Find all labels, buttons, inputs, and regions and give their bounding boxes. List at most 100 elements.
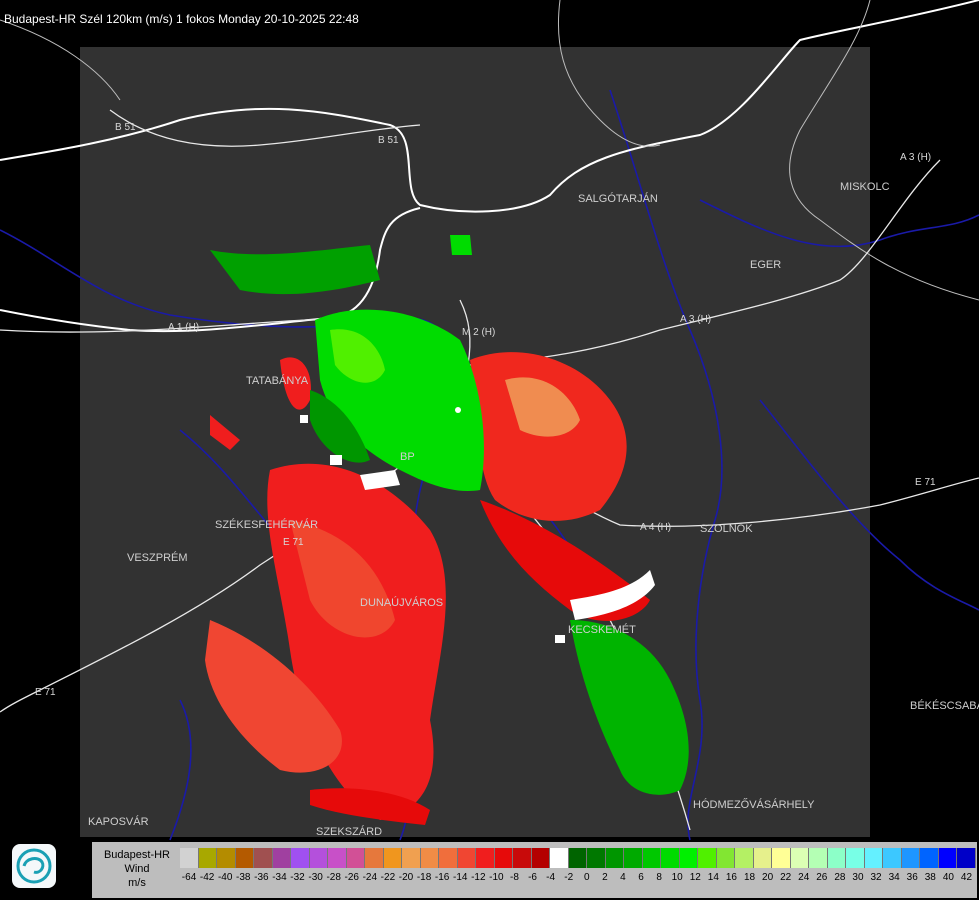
city-label: EGER: [750, 259, 781, 271]
legend-tick-label: -34: [272, 872, 287, 883]
city-label: SZEKSZÁRD: [316, 825, 382, 838]
legend-color-cell: [698, 848, 717, 868]
legend-tick-label: 8: [656, 872, 662, 883]
legend-tick-label: 14: [707, 872, 719, 883]
swirl-logo-icon: [12, 844, 56, 888]
legend-tick-label: 40: [942, 872, 954, 883]
legend-color-cell: [753, 848, 772, 868]
legend-tick-label: 0: [584, 872, 590, 883]
legend-color-cell: [457, 848, 476, 868]
legend-tick-label: -42: [199, 872, 215, 883]
legend-color-cell: [365, 848, 384, 868]
legend-tick-label: -2: [564, 872, 574, 883]
legend-color-cell: [679, 848, 698, 868]
legend-color-cell: [309, 848, 328, 868]
legend-color-cell: [809, 848, 828, 868]
legend-label-line: Budapest-HR: [103, 849, 171, 861]
legend-color-cell: [624, 848, 643, 868]
legend-tick-label: 12: [689, 872, 701, 883]
page-title: Budapest-HR Szél 120km (m/s) 1 fokos Mon…: [4, 12, 359, 26]
legend-color-cell: [864, 848, 883, 868]
legend-tick-label: -36: [254, 872, 269, 883]
legend-color-cell: [790, 848, 809, 868]
city-label: BÉKÉSCSABA: [910, 699, 979, 712]
legend-color-cell: [291, 848, 310, 868]
city-label: SZÉKESFEHÉRVÁR: [215, 518, 318, 531]
road-label: M 2 (H): [462, 327, 495, 338]
legend-tick-label: -16: [434, 872, 450, 883]
road-label: B 51: [378, 135, 399, 146]
legend-color-cell: [402, 848, 421, 868]
legend-color-cell: [494, 848, 513, 868]
legend-color-cell: [920, 848, 939, 868]
legend-color-cell: [550, 848, 569, 868]
legend-color-cell: [735, 848, 754, 868]
legend-tick-label: 42: [960, 872, 973, 883]
legend-color-cell: [439, 848, 458, 868]
legend-tick-label: -6: [528, 872, 537, 883]
city-label: SALGÓTARJÁN: [578, 192, 658, 205]
legend-color-cell: [531, 848, 550, 868]
legend-color-cell: [568, 848, 587, 868]
legend-tick-label: 4: [620, 872, 626, 883]
legend-tick-label: -18: [416, 872, 432, 883]
legend-color-cell: [938, 848, 957, 868]
legend-tick-label: 24: [798, 872, 810, 883]
legend-tick-label: -14: [452, 872, 468, 883]
road-label: B 51: [115, 122, 136, 133]
city-label: MISKOLC: [840, 181, 890, 193]
legend-color-cell: [198, 848, 217, 868]
legend-tick-label: -32: [290, 872, 305, 883]
legend-color-cell: [346, 848, 365, 868]
legend-tick-label: -64: [181, 872, 197, 883]
legend-tick-label: -10: [489, 872, 504, 883]
legend-color-cell: [217, 848, 236, 868]
city-label: KAPOSVÁR: [88, 815, 149, 828]
legend-tick-label: 32: [870, 872, 882, 883]
legend-tick-label: 26: [816, 872, 828, 883]
legend-color-cell: [235, 848, 254, 868]
legend-tick-label: 18: [743, 872, 756, 883]
road-label: A 4 (H): [640, 522, 671, 533]
legend-tick-label: 28: [834, 872, 846, 883]
legend-tick-label: -38: [236, 872, 251, 883]
legend-color-cell: [513, 848, 532, 868]
legend-tick-label: 10: [671, 872, 683, 883]
city-label: DUNAÚJVÁROS: [360, 596, 443, 609]
legend-tick-label: 34: [888, 872, 900, 883]
road-label: A 3 (H): [680, 314, 711, 325]
legend-color-cell: [180, 848, 199, 868]
city-label: SZOLNOK: [700, 523, 753, 535]
radar-map: SALGÓTARJÁN EGER MISKOLC TATABÁNYA SZÉKE…: [0, 0, 979, 841]
legend-tick-label: -28: [326, 872, 341, 883]
city-label: BP: [400, 451, 415, 463]
legend-color-cell: [883, 848, 902, 868]
legend-tick-label: -8: [510, 872, 519, 883]
legend-tick-label: -40: [217, 872, 233, 883]
legend-tick-label: 20: [762, 872, 774, 883]
legend-color-cell: [957, 848, 976, 868]
legend-color-cell: [328, 848, 347, 868]
legend-color-cell: [901, 848, 920, 868]
legend-tick-label: 6: [638, 872, 644, 883]
legend-tick-label: 30: [852, 872, 864, 883]
legend-tick-label: -30: [308, 872, 323, 883]
legend-tick-label: -24: [362, 872, 378, 883]
road-label: A 3 (H): [900, 152, 931, 163]
legend-tick-label: 2: [602, 872, 608, 883]
city-label: HÓDMEZŐVÁSÁRHELY: [693, 797, 815, 811]
legend-tick-label: 36: [906, 872, 918, 883]
radar-window: SALGÓTARJÁN EGER MISKOLC TATABÁNYA SZÉKE…: [0, 0, 979, 900]
legend-color-cell: [661, 848, 680, 868]
legend-label-line: m/s: [128, 877, 146, 889]
legend-color-cell: [272, 848, 291, 868]
legend-color-cell: [605, 848, 624, 868]
legend-label-line: Wind: [124, 863, 150, 875]
legend-color-cell: [642, 848, 661, 868]
radar-site-marker: [455, 407, 461, 413]
city-label: KECSKEMÉT: [568, 623, 636, 636]
legend-color-cell: [716, 848, 735, 868]
legend-color-cell: [476, 848, 495, 868]
city-label: TATABÁNYA: [246, 374, 309, 387]
legend-color-cell: [772, 848, 791, 868]
